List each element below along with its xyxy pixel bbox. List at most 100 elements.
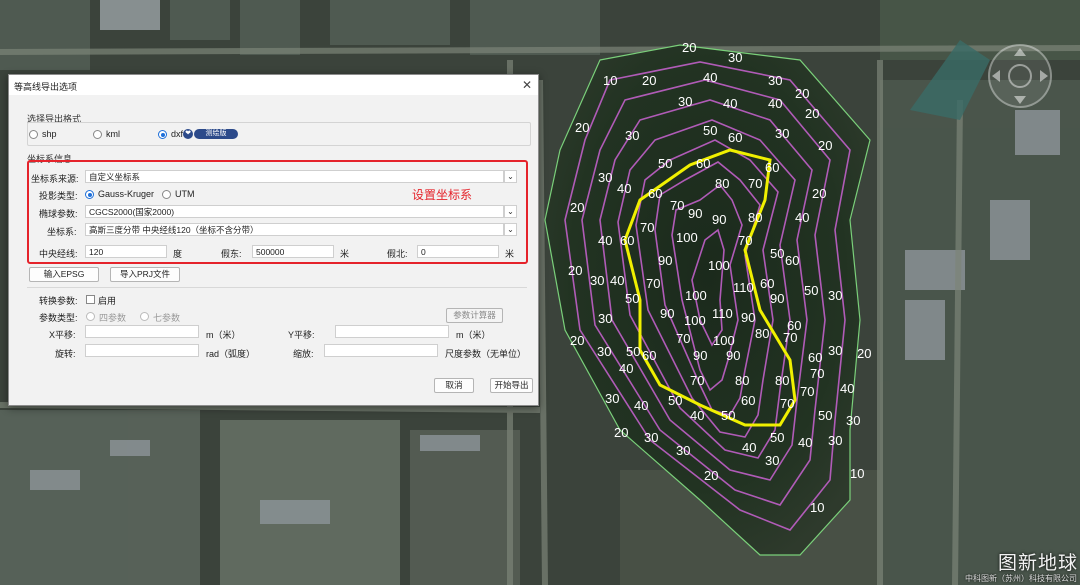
central-meridian-input[interactable]: 120 — [85, 245, 167, 258]
chevron-down-icon[interactable]: ⌄ — [504, 170, 517, 183]
pan-south-icon[interactable] — [1014, 96, 1026, 104]
contour-label: 40 — [768, 96, 782, 111]
contour-label: 70 — [780, 396, 794, 411]
x-shift-label: X平移: — [49, 330, 76, 340]
false-easting-label: 假东: — [221, 249, 242, 259]
contour-label: 70 — [783, 330, 797, 345]
contour-label: 20 — [818, 138, 832, 153]
contour-label: 80 — [715, 176, 729, 191]
contour-label: 40 — [840, 381, 854, 396]
contour-label: 20 — [795, 86, 809, 101]
contour-label: 50 — [804, 283, 818, 298]
contour-label: 100 — [685, 288, 707, 303]
param-type-label: 参数类型: — [39, 313, 78, 323]
projection-label: 投影类型: — [39, 191, 78, 201]
x-shift-input[interactable] — [85, 325, 199, 338]
contour-label: 60 — [696, 156, 710, 171]
contour-label: 50 — [658, 156, 672, 171]
crs-source-select[interactable]: 自定义坐标系 — [85, 170, 504, 183]
param-calculator-button[interactable]: 参数计算器 — [446, 308, 503, 323]
input-epsg-button[interactable]: 输入EPSG — [29, 267, 99, 282]
contour-label: 70 — [810, 366, 824, 381]
rotation-label: 旋转: — [55, 349, 76, 359]
transform-label: 转换参数: — [39, 296, 78, 306]
cancel-button[interactable]: 取消 — [434, 378, 474, 393]
start-export-button[interactable]: 开始导出 — [490, 378, 533, 393]
contour-label: 30 — [676, 443, 690, 458]
contour-label: 100 — [708, 258, 730, 273]
contour-label: 100 — [713, 333, 735, 348]
projection-label-gauss: Gauss-Kruger — [98, 189, 155, 199]
pan-north-icon[interactable] — [1014, 48, 1026, 56]
contour-label: 20 — [805, 106, 819, 121]
param-radio-four[interactable] — [86, 312, 95, 321]
contour-label: 60 — [765, 160, 779, 175]
pan-west-icon[interactable] — [992, 70, 1000, 82]
pan-east-icon[interactable] — [1040, 70, 1048, 82]
format-radio-shp[interactable] — [29, 130, 38, 139]
contour-label: 70 — [670, 198, 684, 213]
contour-label: 30 — [765, 453, 779, 468]
ellipsoid-select[interactable]: CGCS2000(国家2000) — [85, 205, 504, 218]
dialog-title: 等高线导出选项 — [14, 82, 78, 92]
format-radio-dxf[interactable] — [158, 130, 167, 139]
contour-label: 40 — [619, 361, 633, 376]
contour-label: 30 — [678, 94, 692, 109]
annotation-set-crs: 设置坐标系 — [412, 188, 473, 202]
contour-label: 30 — [846, 413, 860, 428]
contour-label: 70 — [748, 176, 762, 191]
contour-label: 30 — [768, 73, 782, 88]
contour-label: 10 — [810, 500, 824, 515]
compass-center-icon[interactable] — [1008, 64, 1032, 88]
false-northing-unit: 米 — [505, 249, 515, 259]
chevron-down-icon[interactable]: ⌄ — [504, 205, 517, 218]
contour-label: 40 — [795, 210, 809, 225]
contour-label: 60 — [760, 276, 774, 291]
central-meridian-unit: 度 — [173, 249, 183, 259]
x-shift-unit: m（米） — [206, 330, 241, 340]
contour-label: 100 — [684, 313, 706, 328]
projection-radio-utm[interactable] — [162, 190, 171, 199]
y-shift-unit: m（米） — [456, 330, 491, 340]
contour-label: 40 — [723, 96, 737, 111]
projection-radio-gauss[interactable] — [85, 190, 94, 199]
format-label-shp: shp — [42, 129, 57, 139]
heart-icon: ❤ — [183, 129, 193, 139]
param-label-seven: 七参数 — [153, 313, 181, 323]
param-radio-seven[interactable] — [140, 312, 149, 321]
contour-label: 30 — [828, 433, 842, 448]
contour-label: 70 — [676, 331, 690, 346]
import-prj-button[interactable]: 导入PRJ文件 — [110, 267, 180, 282]
false-easting-input[interactable]: 500000 — [252, 245, 334, 258]
contour-label: 20 — [812, 186, 826, 201]
compass-control[interactable] — [988, 44, 1052, 108]
contour-label: 40 — [742, 440, 756, 455]
contour-label: 50 — [818, 408, 832, 423]
contour-label: 20 — [642, 73, 656, 88]
contour-label: 110 — [712, 306, 733, 321]
enable-checkbox[interactable] — [86, 295, 95, 304]
enable-label: 启用 — [98, 296, 117, 306]
contour-label: 60 — [741, 393, 755, 408]
crs-select[interactable]: 高斯三度分带 中央经线120（坐标不含分带） — [85, 223, 504, 236]
contour-label: 20 — [704, 468, 718, 483]
contour-label: 30 — [728, 50, 742, 65]
contour-label: 30 — [644, 430, 658, 445]
y-shift-input[interactable] — [335, 325, 449, 338]
contour-label: 90 — [688, 206, 702, 221]
contour-label: 40 — [617, 181, 631, 196]
scale-input[interactable] — [324, 344, 438, 357]
contour-label: 40 — [798, 435, 812, 450]
false-northing-input[interactable]: 0 — [417, 245, 499, 258]
chevron-down-icon[interactable]: ⌄ — [504, 223, 517, 236]
scale-label: 缩放: — [293, 349, 314, 359]
brand-company: 中科图新（苏州）科技有限公司 — [965, 574, 1077, 583]
contour-label: 30 — [597, 344, 611, 359]
rotation-input[interactable] — [85, 344, 199, 357]
contour-label: 10 — [603, 73, 617, 88]
close-icon[interactable]: ✕ — [522, 78, 532, 92]
contour-label: 110 — [733, 280, 754, 295]
dialog-titlebar[interactable]: 等高线导出选项 ✕ — [9, 75, 538, 95]
ellipsoid-label: 椭球参数: — [39, 209, 78, 219]
format-radio-kml[interactable] — [93, 130, 102, 139]
